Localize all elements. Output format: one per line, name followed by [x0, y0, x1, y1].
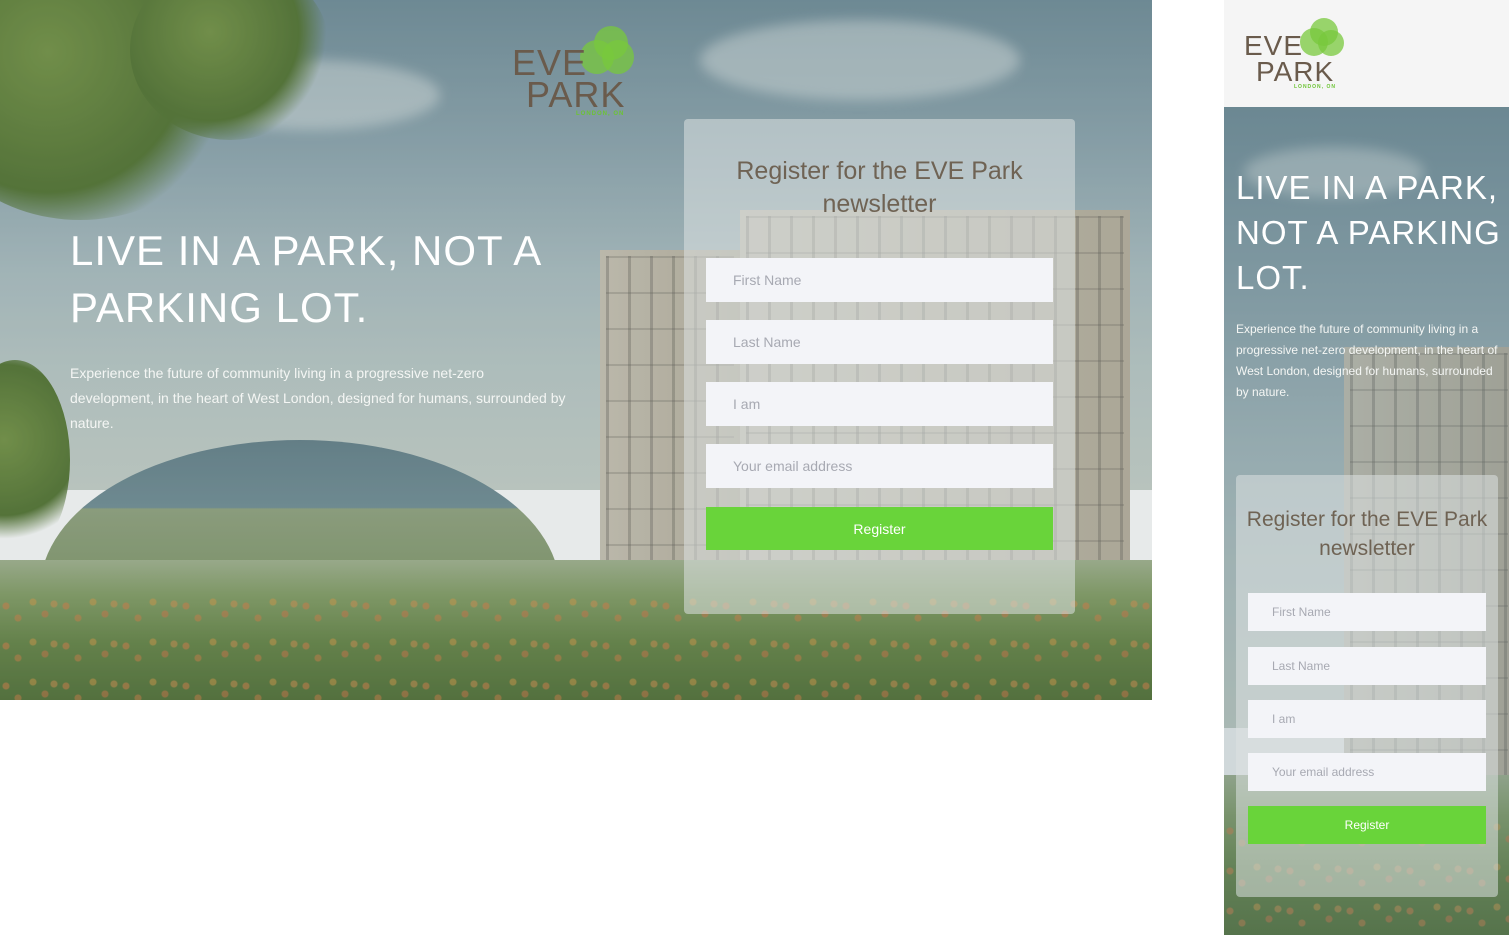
logo-word-park: PARK: [526, 74, 626, 115]
i-am-select[interactable]: I am: [1248, 700, 1486, 738]
logo-location: LONDON, ON: [1294, 84, 1336, 90]
logo-location: LONDON, ON: [576, 111, 625, 117]
mobile-header: EVE PARK LONDON, ON: [1224, 0, 1509, 107]
logo-circles-icon: [580, 26, 634, 76]
i-am-select[interactable]: I am: [706, 382, 1053, 426]
first-name-input[interactable]: First Name: [706, 258, 1053, 302]
last-name-input[interactable]: Last Name: [706, 320, 1053, 364]
mobile-preview: EVE PARK LONDON, ON LIVE IN A PARK, NOT …: [1224, 0, 1509, 935]
register-button[interactable]: Register: [1248, 806, 1486, 844]
desktop-preview: EVE PARK LONDON, ON LIVE IN A PARK, NOT …: [0, 0, 1152, 700]
last-name-input[interactable]: Last Name: [1248, 647, 1486, 685]
newsletter-form-card: Register for the EVE Park newsletter Fir…: [684, 119, 1075, 614]
hero-description: Experience the future of community livin…: [1236, 322, 1498, 399]
mobile-hero: LIVE IN A PARK, NOT A PARKING LOT. Exper…: [1224, 107, 1509, 935]
hero-title: LIVE IN A PARK, NOT A PARKING LOT.: [1236, 169, 1501, 296]
first-name-input[interactable]: First Name: [1248, 593, 1486, 631]
newsletter-form-card: Register for the EVE Park newsletter Fir…: [1236, 475, 1498, 897]
eve-park-logo[interactable]: EVE PARK LONDON, ON: [1244, 18, 1354, 94]
hero-description: Experience the future of community livin…: [70, 365, 566, 431]
logo-circles-icon: [1300, 18, 1344, 58]
form-title: Register for the EVE Park newsletter: [736, 157, 1023, 218]
hero-title: LIVE IN A PARK, NOT A PARKING LOT.: [70, 227, 540, 331]
eve-park-logo[interactable]: EVE PARK LONDON, ON: [510, 26, 640, 122]
email-input[interactable]: Your email address: [1248, 753, 1486, 791]
email-input[interactable]: Your email address: [706, 444, 1053, 488]
register-button[interactable]: Register: [706, 507, 1053, 550]
form-title: Register for the EVE Park newsletter: [1246, 508, 1488, 560]
